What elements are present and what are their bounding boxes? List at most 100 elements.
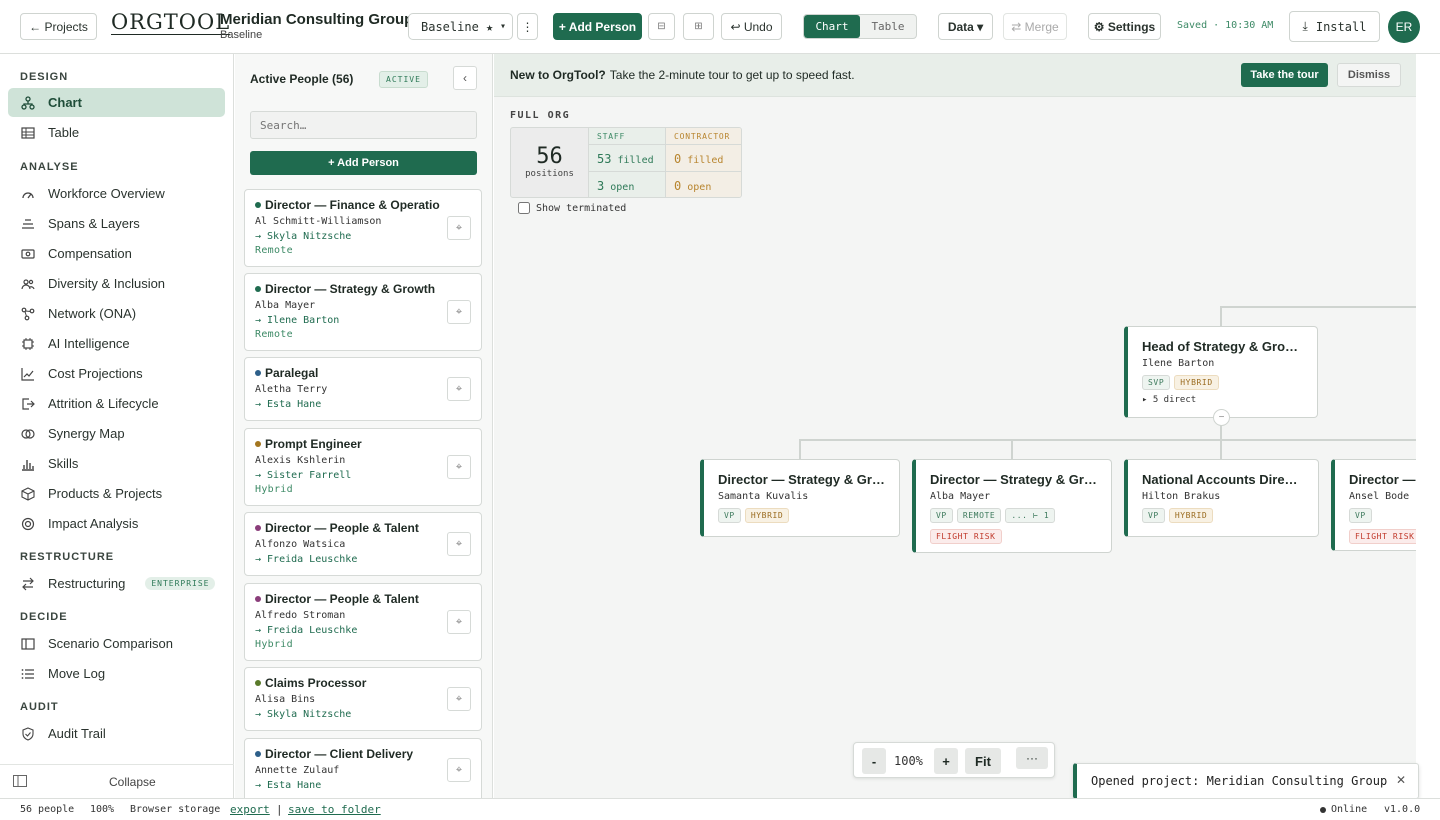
- org-node-head[interactable]: Head of Strategy & Growth Ilene Barton S…: [1124, 326, 1318, 418]
- person-card[interactable]: Claims Processor Alisa Bins → Skyla Nitzsc…: [244, 667, 482, 731]
- zoom-in-button[interactable]: +: [934, 748, 958, 774]
- sidebar-item-restructuring[interactable]: Restructuring ENTERPRISE: [8, 569, 225, 598]
- person-name: Annette Zulauf: [255, 765, 340, 776]
- sidebar-item-workforce-overview[interactable]: Workforce Overview: [8, 179, 225, 208]
- locate-button[interactable]: ⌖: [447, 300, 471, 324]
- save-to-folder-link[interactable]: save to folder: [288, 803, 381, 816]
- crosshair-icon: ⌖: [455, 537, 463, 550]
- collapse-panel-button[interactable]: ‹: [453, 66, 477, 90]
- person-title-text: Director — Client Delivery: [265, 747, 414, 761]
- avatar[interactable]: ER: [1388, 11, 1420, 43]
- sidebar-item-audit-trail[interactable]: Audit Trail: [8, 719, 225, 748]
- locate-button[interactable]: ⌖: [447, 758, 471, 782]
- sidebar-item-ai-intelligence[interactable]: AI Intelligence: [8, 329, 225, 358]
- person-name: Al Schmitt-Williamson: [255, 216, 382, 227]
- locate-button[interactable]: ⌖: [447, 216, 471, 240]
- person-title: Director — People & Talent: [255, 521, 440, 535]
- collapse-node-button[interactable]: −: [1213, 409, 1230, 426]
- org-node-child[interactable]: National Accounts Director Hilton Brakus…: [1124, 459, 1319, 537]
- zoom-out-button[interactable]: -: [862, 748, 886, 774]
- network-icon: [21, 307, 35, 321]
- layout-grid-icon: ⊞: [694, 21, 703, 32]
- sidebar-item-synergy-map[interactable]: Synergy Map: [8, 419, 225, 448]
- tab-table[interactable]: Table: [860, 15, 916, 38]
- panel-add-person-button[interactable]: + Add Person: [250, 151, 477, 175]
- person-card[interactable]: Director — Strategy & Growth Alba Mayer → …: [244, 273, 482, 351]
- sidebar-item-label: Chart: [48, 95, 82, 110]
- bar-chart-icon: [21, 457, 35, 471]
- sidebar-item-attrition[interactable]: Attrition & Lifecycle: [8, 389, 225, 418]
- layout-vertical-button[interactable]: ⊟: [648, 13, 675, 40]
- sidebar-item-impact-analysis[interactable]: Impact Analysis: [8, 509, 225, 538]
- scenario-select[interactable]: Baseline ★ ▾: [408, 13, 513, 40]
- work-mode-tag: HYBRID: [1168, 508, 1214, 523]
- node-title: Director — S: [1349, 472, 1416, 487]
- org-node-child[interactable]: Director — Strategy & Gro… Alba Mayer VP…: [912, 459, 1112, 553]
- close-icon[interactable]: ✕: [1396, 773, 1406, 787]
- org-node-child[interactable]: Director — S Ansel Bode VP FLIGHT RISK: [1331, 459, 1416, 551]
- scenario-menu-button[interactable]: ⋮: [517, 13, 538, 40]
- level-tag: VP: [930, 508, 953, 523]
- more-options-button[interactable]: ···: [1016, 747, 1048, 769]
- trend-chart-icon: [21, 367, 35, 381]
- person-title: Claims Processor: [255, 676, 440, 690]
- sidebar-item-chart[interactable]: Chart: [8, 88, 225, 117]
- department-dot: [255, 202, 261, 208]
- locate-button[interactable]: ⌖: [447, 455, 471, 479]
- sidebar-item-compensation[interactable]: Compensation: [8, 239, 225, 268]
- show-terminated-toggle[interactable]: Show terminated: [518, 202, 626, 214]
- undo-button[interactable]: ↩ Undo: [721, 13, 782, 40]
- filled-label: filled: [617, 155, 654, 166]
- sidebar-item-scenario-comparison[interactable]: Scenario Comparison: [8, 629, 225, 658]
- sidebar-item-diversity[interactable]: Diversity & Inclusion: [8, 269, 225, 298]
- onboarding-banner: New to OrgTool? Take the 2-minute tour t…: [494, 54, 1416, 97]
- merge-button[interactable]: ⇄ Merge: [1003, 13, 1067, 40]
- person-card[interactable]: Paralegal Aletha Terry → Esta Hane ⌖: [244, 357, 482, 421]
- take-tour-button[interactable]: Take the tour: [1241, 63, 1328, 87]
- sidebar-item-network[interactable]: Network (ONA): [8, 299, 225, 328]
- full-org-label: FULL ORG: [510, 110, 571, 121]
- data-menu-button[interactable]: Data ▾: [938, 13, 993, 40]
- person-manager: → Sister Farrell: [255, 470, 352, 481]
- person-work-mode: Hybrid: [255, 639, 293, 650]
- sidebar-item-products-projects[interactable]: Products & Projects: [8, 479, 225, 508]
- collapse-sidebar-button[interactable]: Collapse: [0, 764, 234, 798]
- sidebar-item-table[interactable]: Table: [8, 118, 225, 147]
- positions-value: 56: [536, 144, 563, 169]
- fit-button[interactable]: Fit: [965, 748, 1001, 774]
- sidebar-item-move-log[interactable]: Move Log: [8, 659, 225, 688]
- person-work-mode: Remote: [255, 245, 293, 256]
- export-link[interactable]: export: [230, 803, 270, 816]
- show-terminated-checkbox[interactable]: [518, 202, 530, 214]
- locate-button[interactable]: ⌖: [447, 687, 471, 711]
- table-icon: [21, 126, 35, 140]
- add-person-button[interactable]: + Add Person: [553, 13, 642, 40]
- org-node-child[interactable]: Director — Strategy & Gro… Samanta Kuval…: [700, 459, 900, 537]
- settings-button[interactable]: ⚙ Settings: [1088, 13, 1161, 40]
- people-search-input[interactable]: [250, 111, 477, 139]
- connector-line: [1220, 439, 1222, 459]
- separator: |: [276, 803, 283, 816]
- person-card[interactable]: Director — Client Delivery Annette Zulauf…: [244, 738, 482, 798]
- layout-grid-button[interactable]: ⊞: [683, 13, 714, 40]
- person-card[interactable]: Prompt Engineer Alexis Kshlerin → Sister F…: [244, 428, 482, 506]
- locate-button[interactable]: ⌖: [447, 532, 471, 556]
- logo: ORGTOOL: [111, 10, 231, 35]
- person-card[interactable]: Director — People & Talent Alfonzo Watsic…: [244, 512, 482, 576]
- sidebar-item-cost-projections[interactable]: Cost Projections: [8, 359, 225, 388]
- install-button[interactable]: ⤓ Install: [1289, 11, 1380, 42]
- locate-button[interactable]: ⌖: [447, 610, 471, 634]
- sidebar-item-spans-layers[interactable]: Spans & Layers: [8, 209, 225, 238]
- person-card[interactable]: Director — People & Talent Alfredo Stroma…: [244, 583, 482, 661]
- sidebar-item-label: Spans & Layers: [48, 216, 140, 231]
- locate-button[interactable]: ⌖: [447, 377, 471, 401]
- direct-reports-toggle[interactable]: ▸ 5 direct: [1142, 395, 1303, 405]
- level-tag: VP: [718, 508, 741, 523]
- org-chart-canvas[interactable]: New to OrgTool? Take the 2-minute tour t…: [494, 54, 1416, 798]
- tab-chart[interactable]: Chart: [804, 15, 860, 38]
- dismiss-button[interactable]: Dismiss: [1337, 63, 1401, 87]
- sidebar-item-skills[interactable]: Skills: [8, 449, 225, 478]
- person-card[interactable]: Director — Finance & Operatio… Al Schmitt…: [244, 189, 482, 267]
- back-to-projects-button[interactable]: ← Projects: [20, 13, 97, 40]
- person-title: Director — Finance & Operatio…: [255, 198, 440, 212]
